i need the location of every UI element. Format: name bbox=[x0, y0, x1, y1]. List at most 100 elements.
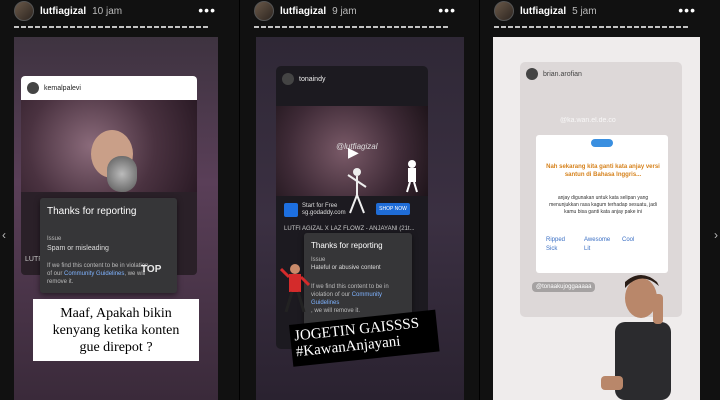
avatar[interactable] bbox=[14, 1, 34, 21]
progress-segment bbox=[387, 26, 392, 28]
progress-segment bbox=[133, 26, 138, 28]
progress-segment bbox=[345, 26, 350, 28]
next-story-icon[interactable]: › bbox=[714, 228, 718, 242]
word-item: Cool bbox=[622, 237, 635, 243]
progress-segment bbox=[536, 26, 541, 28]
logo-icon bbox=[591, 139, 613, 147]
shared-username: brian.arofian bbox=[543, 70, 582, 78]
progress-segment bbox=[161, 26, 166, 28]
avatar bbox=[27, 82, 39, 94]
progress-segment bbox=[154, 26, 159, 28]
report-dialog: Thanks for reporting Issue Spam or misle… bbox=[40, 198, 177, 293]
play-icon[interactable]: ▶ bbox=[348, 144, 359, 161]
username[interactable]: lutfiagizal bbox=[40, 6, 86, 17]
progress-segment bbox=[182, 26, 187, 28]
story-content[interactable]: kemalpalevi LUTFI AGIZ... (21t... Thanks… bbox=[14, 37, 218, 400]
progress-segment bbox=[317, 26, 322, 28]
story-content[interactable]: tonaindy @lutfiagizal ▶ Start for Free s… bbox=[256, 37, 464, 400]
story-panel-1: lutfiagizal 10 jam ••• kemalpalevi LUTFI… bbox=[0, 0, 240, 400]
progress-segment bbox=[501, 26, 506, 28]
progress-segment bbox=[98, 26, 103, 28]
infographic-body: anjay digunakan untuk kata selipan yang … bbox=[549, 195, 657, 215]
progress-segment bbox=[84, 26, 89, 28]
progress-segment bbox=[606, 26, 611, 28]
progress-segment bbox=[105, 26, 110, 28]
progress-segment bbox=[196, 26, 201, 28]
issue-value: Hateful or abusive content bbox=[311, 265, 381, 271]
progress-segment bbox=[627, 26, 632, 28]
username[interactable]: lutfiagizal bbox=[280, 6, 326, 17]
progress-segment bbox=[394, 26, 399, 28]
progress-segment bbox=[662, 26, 667, 28]
report-note-c: remove it. bbox=[47, 279, 74, 285]
progress-segment bbox=[494, 26, 499, 28]
progress-segment bbox=[289, 26, 294, 28]
progress-segment bbox=[352, 26, 357, 28]
mention-tag[interactable]: @tonaakujoggaaaaa bbox=[532, 282, 596, 292]
shared-username: kemalpalevi bbox=[44, 84, 81, 92]
word-item: Awesome bbox=[584, 237, 611, 243]
progress-segment bbox=[56, 26, 61, 28]
progress-segment bbox=[522, 26, 527, 28]
progress-segment bbox=[282, 26, 287, 28]
story-content[interactable]: brian.arofian @ka.wan.el.de.co Nah sekar… bbox=[493, 37, 700, 400]
community-guidelines-link[interactable]: Community Guidelines bbox=[64, 271, 124, 277]
man-sticker bbox=[601, 275, 671, 400]
shop-now-button[interactable]: SHOP NOW bbox=[376, 203, 410, 215]
progress-segment bbox=[683, 26, 688, 28]
video-title: LUTFI AGIZAL X LAZ FLOWZ - ANJAYANI (21t… bbox=[284, 226, 415, 232]
progress-segment bbox=[669, 26, 674, 28]
report-note: If we find this content to be in violati… bbox=[311, 283, 412, 315]
progress-segment bbox=[140, 26, 145, 28]
progress-segment bbox=[648, 26, 653, 28]
progress-segment bbox=[373, 26, 378, 28]
progress-segment bbox=[126, 26, 131, 28]
progress-segment bbox=[515, 26, 520, 28]
more-options-icon[interactable]: ••• bbox=[198, 3, 216, 17]
progress-bar bbox=[494, 26, 688, 28]
progress-segment bbox=[676, 26, 681, 28]
ad-title: Start for Free bbox=[302, 203, 338, 209]
timestamp: 9 jam bbox=[332, 5, 357, 17]
progress-segment bbox=[620, 26, 625, 28]
ad-logo-icon bbox=[284, 203, 298, 217]
avatar[interactable] bbox=[494, 1, 514, 21]
close-icon[interactable]: × bbox=[480, 36, 482, 52]
shared-post-header: brian.arofian bbox=[520, 62, 682, 86]
word-item: Lit bbox=[584, 246, 591, 252]
progress-segment bbox=[613, 26, 618, 28]
report-title: Thanks for reporting bbox=[47, 206, 137, 217]
report-note: If we find this content to be in violati… bbox=[47, 262, 148, 286]
progress-segment bbox=[296, 26, 301, 28]
progress-segment bbox=[119, 26, 124, 28]
report-note-a: If we find this content to be in violati… bbox=[47, 263, 149, 269]
progress-segment bbox=[28, 26, 33, 28]
avatar[interactable] bbox=[254, 1, 274, 21]
caption-line: Maaf, Apakah bikin bbox=[60, 306, 172, 321]
avatar bbox=[282, 73, 294, 85]
progress-segment bbox=[147, 26, 152, 28]
progress-segment bbox=[443, 26, 448, 28]
progress-segment bbox=[422, 26, 427, 28]
more-options-icon[interactable]: ••• bbox=[678, 3, 696, 17]
progress-segment bbox=[366, 26, 371, 28]
issue-label: Issue bbox=[311, 257, 326, 263]
progress-bar bbox=[254, 26, 448, 28]
progress-segment bbox=[592, 26, 597, 28]
issue-value: Spam or misleading bbox=[47, 245, 109, 252]
dancer-sticker bbox=[280, 264, 310, 313]
progress-segment bbox=[331, 26, 336, 28]
progress-segment bbox=[91, 26, 96, 28]
progress-segment bbox=[35, 26, 40, 28]
close-icon[interactable]: × bbox=[240, 36, 242, 52]
video-thumbnail bbox=[21, 100, 197, 192]
word-item: Sick bbox=[546, 246, 558, 252]
microphone-graphic bbox=[107, 156, 137, 192]
more-options-icon[interactable]: ••• bbox=[438, 3, 456, 17]
progress-segment bbox=[303, 26, 308, 28]
username[interactable]: lutfiagizal bbox=[520, 6, 566, 17]
caption-line: kenyang ketika konten bbox=[52, 323, 180, 338]
prev-story-icon[interactable]: ‹ bbox=[2, 228, 6, 242]
progress-segment bbox=[401, 26, 406, 28]
progress-bar bbox=[14, 26, 208, 28]
